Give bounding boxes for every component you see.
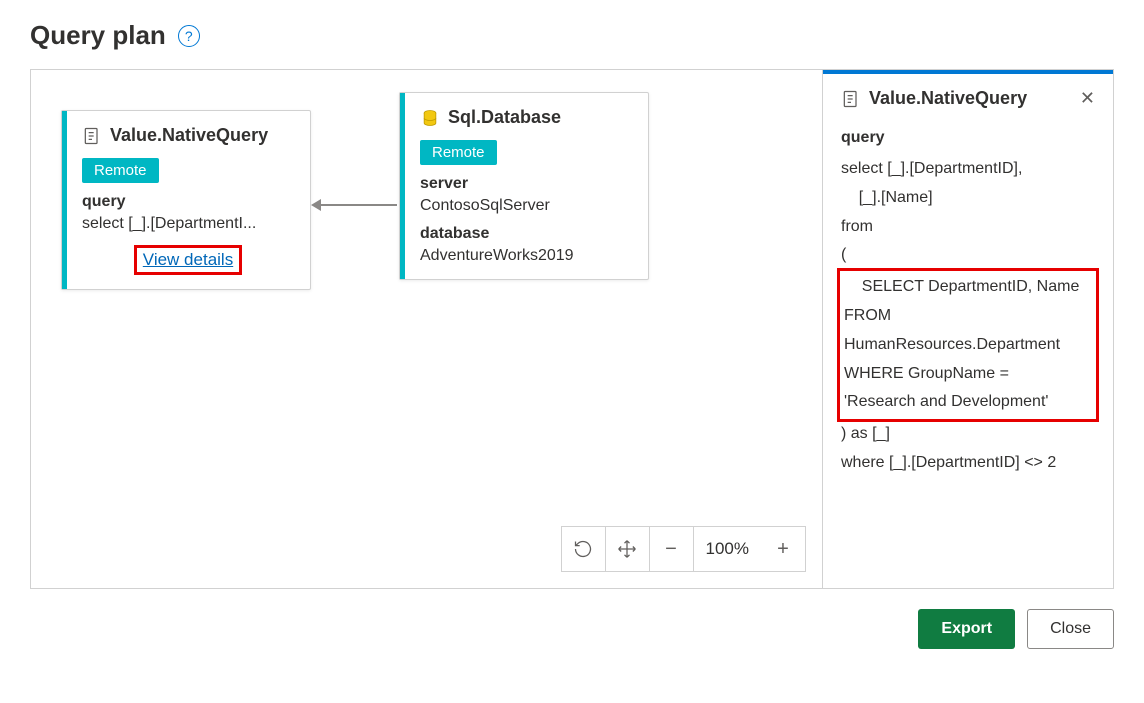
export-button[interactable]: Export	[918, 609, 1015, 649]
remote-badge: Remote	[82, 158, 159, 183]
query-value: select [_].[DepartmentI...	[82, 215, 294, 233]
page-title: Query plan	[30, 20, 166, 51]
details-panel: Value.NativeQuery ✕ query select [_].[De…	[823, 70, 1113, 588]
zoom-level: 100%	[694, 539, 761, 559]
database-label: database	[420, 225, 632, 243]
page-header: Query plan ?	[30, 20, 1114, 51]
close-panel-button[interactable]: ✕	[1080, 88, 1095, 109]
query-text-pre: select [_].[DepartmentID], [_].[Name] fr…	[841, 155, 1095, 270]
query-plan-canvas: Value.NativeQuery Remote query select [_…	[31, 70, 823, 588]
node-accent-bar	[400, 93, 405, 279]
node-title: Sql.Database	[448, 107, 561, 128]
node-accent-bar	[62, 111, 67, 289]
panel-section-label: query	[841, 129, 1095, 147]
query-text-highlight: SELECT DepartmentID, Name FROM HumanReso…	[837, 268, 1099, 422]
script-icon	[841, 89, 861, 109]
close-button[interactable]: Close	[1027, 609, 1114, 649]
arrow-head-icon	[311, 199, 321, 211]
view-details-highlight: View details	[134, 245, 242, 275]
script-icon	[82, 126, 102, 146]
arrow-connector	[319, 204, 397, 206]
query-label: query	[82, 193, 294, 211]
reset-icon	[573, 539, 593, 559]
zoom-in-button[interactable]: +	[761, 527, 805, 571]
node-value-native-query[interactable]: Value.NativeQuery Remote query select [_…	[61, 110, 311, 290]
node-sql-database[interactable]: Sql.Database Remote server ContosoSqlSer…	[399, 92, 649, 280]
database-value: AdventureWorks2019	[420, 247, 632, 265]
view-details-link[interactable]: View details	[143, 250, 233, 269]
node-title: Value.NativeQuery	[110, 125, 268, 146]
main-area: Value.NativeQuery Remote query select [_…	[30, 69, 1114, 589]
panel-title: Value.NativeQuery	[869, 88, 1072, 109]
database-icon	[420, 108, 440, 128]
zoom-out-button[interactable]: −	[650, 527, 694, 571]
pan-icon	[617, 539, 637, 559]
fit-view-button[interactable]	[606, 527, 650, 571]
server-label: server	[420, 175, 632, 193]
query-text-post: ) as [_] where [_].[DepartmentID] <> 2	[841, 420, 1095, 478]
reset-view-button[interactable]	[562, 527, 606, 571]
dialog-footer: Export Close	[30, 609, 1114, 649]
zoom-toolbar: − 100% +	[561, 526, 806, 572]
server-value: ContosoSqlServer	[420, 197, 632, 215]
help-icon[interactable]: ?	[178, 25, 200, 47]
remote-badge: Remote	[420, 140, 497, 165]
